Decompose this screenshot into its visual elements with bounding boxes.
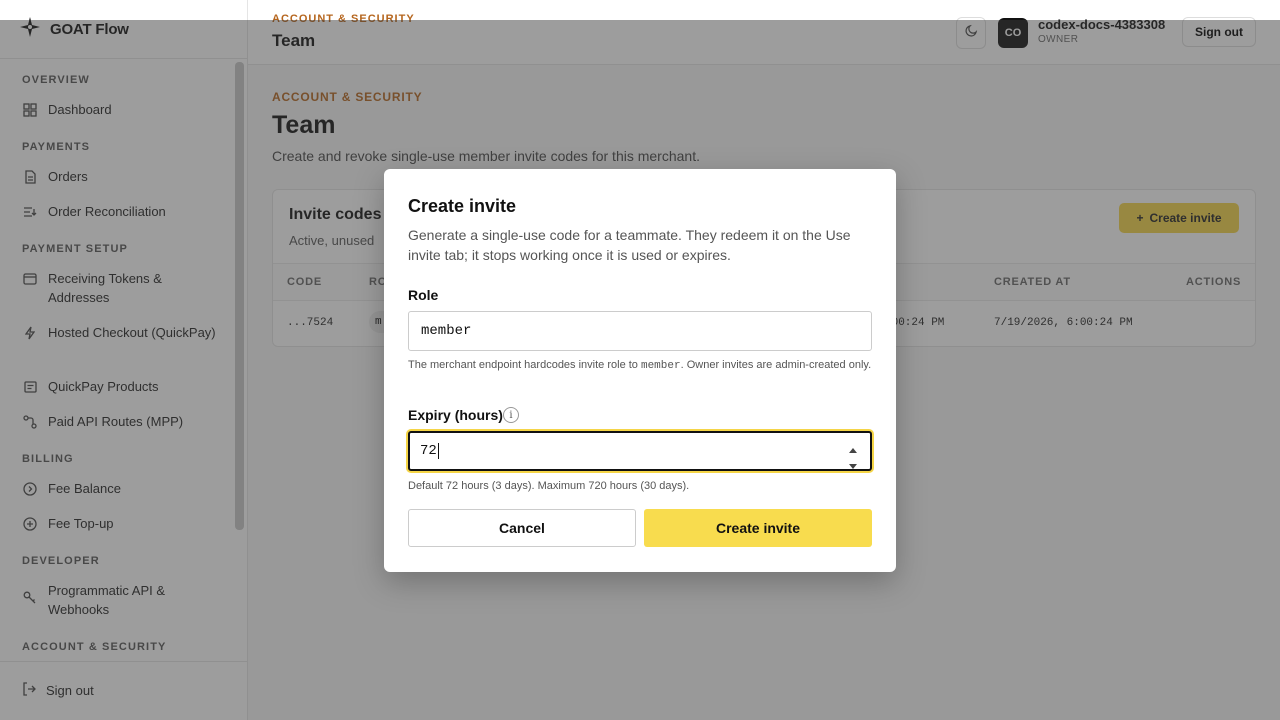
expiry-help: Default 72 hours (3 days). Maximum 720 h… (408, 480, 690, 492)
create-invite-dialog: Create invite Generate a single-use code… (384, 169, 896, 572)
stepper-up-icon[interactable] (849, 442, 857, 458)
role-field[interactable]: member (408, 311, 872, 351)
dialog-description: Generate a single-use code for a teammat… (408, 227, 851, 263)
role-help-code: member (640, 360, 681, 372)
text-caret (437, 443, 439, 459)
confirm-create-invite-button[interactable]: Create invite (644, 509, 872, 547)
role-help: The merchant endpoint hardcodes invite r… (408, 357, 872, 374)
role-help-text: The merchant endpoint hardcodes invite r… (408, 359, 641, 371)
role-help-text-end: . Owner invites are admin-created only. (680, 359, 872, 371)
number-stepper[interactable] (848, 442, 858, 469)
role-value: member (421, 323, 472, 339)
expiry-value: 72 (420, 443, 437, 459)
expiry-label: Expiry (hours) (408, 407, 503, 423)
dialog-title: Create invite (408, 196, 517, 216)
role-label: Role (408, 287, 439, 303)
expiry-hours-input[interactable]: 72 (408, 431, 872, 471)
info-icon[interactable]: i (503, 407, 519, 423)
cancel-button[interactable]: Cancel (408, 509, 636, 547)
stepper-down-icon[interactable] (849, 458, 857, 474)
